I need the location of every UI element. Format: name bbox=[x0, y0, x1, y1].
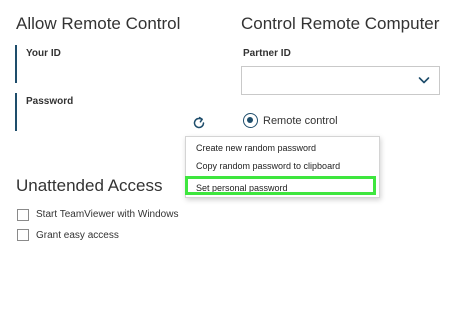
grant-easy-access-checkbox[interactable] bbox=[17, 229, 29, 241]
your-id-accent-bar bbox=[15, 45, 17, 83]
menu-item-create-random-password[interactable]: Create new random password bbox=[196, 143, 316, 153]
partner-id-label: Partner ID bbox=[243, 48, 291, 59]
start-with-windows-label[interactable]: Start TeamViewer with Windows bbox=[36, 209, 178, 220]
start-with-windows-checkbox[interactable] bbox=[17, 209, 29, 221]
password-accent-bar bbox=[15, 93, 17, 131]
refresh-icon[interactable] bbox=[192, 116, 206, 130]
radio-selected-dot bbox=[247, 117, 253, 123]
grant-easy-access-label[interactable]: Grant easy access bbox=[36, 230, 119, 241]
password-label: Password bbox=[26, 96, 74, 107]
remote-control-radio[interactable] bbox=[243, 113, 258, 128]
control-remote-computer-heading: Control Remote Computer bbox=[241, 14, 440, 33]
unattended-access-heading: Unattended Access bbox=[16, 176, 163, 195]
allow-remote-control-heading: Allow Remote Control bbox=[16, 14, 181, 33]
remote-control-radio-label[interactable]: Remote control bbox=[263, 115, 338, 127]
your-id-label: Your ID bbox=[26, 48, 61, 59]
highlight-box bbox=[185, 176, 376, 195]
partner-id-input[interactable] bbox=[241, 66, 440, 95]
chevron-down-icon[interactable] bbox=[418, 74, 430, 86]
menu-item-copy-random-password[interactable]: Copy random password to clipboard bbox=[196, 161, 340, 171]
